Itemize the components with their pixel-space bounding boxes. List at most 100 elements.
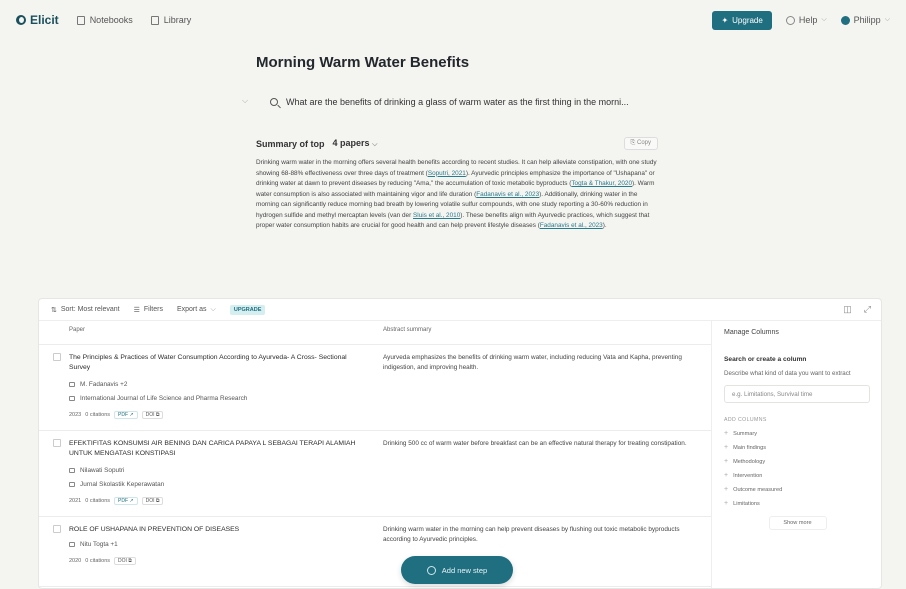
plus-icon: + xyxy=(724,430,729,437)
page-title: Morning Warm Water Benefits xyxy=(256,54,470,71)
nav-library[interactable]: Library xyxy=(150,15,192,25)
nav-notebooks-label: Notebooks xyxy=(89,15,133,25)
pdf-label: PDF xyxy=(118,498,129,504)
help-icon xyxy=(785,15,795,25)
row-checkbox[interactable] xyxy=(53,525,61,533)
filters-button[interactable]: ☰ Filters xyxy=(134,306,163,314)
add-circle-icon xyxy=(426,565,436,575)
row-checkbox[interactable] xyxy=(53,439,61,447)
paper-title[interactable]: EFEKTIFITAS KONSUMSI AIR BENING DAN CARI… xyxy=(69,439,359,459)
summary-header: Summary of top 4 papers ⌵ ⎘ Copy xyxy=(256,137,658,150)
doi-badge[interactable]: DOI ⧉ xyxy=(141,411,164,419)
doi-label: DOI xyxy=(145,412,155,418)
column-search-input[interactable]: e.g. Limitations, Survival time xyxy=(724,385,870,403)
chevron-down-icon: ⌵ xyxy=(821,16,827,23)
authors: Nilawati Soputri xyxy=(80,467,125,474)
abstract-summary: Ayurveda emphasizes the benefits of drin… xyxy=(383,354,682,371)
column-option-summary[interactable]: + Summary xyxy=(724,430,871,437)
citation-link[interactable]: Soputri, 2021 xyxy=(428,170,466,177)
user-icon xyxy=(69,382,75,387)
column-option-outcome[interactable]: + Outcome measured xyxy=(724,486,871,493)
upgrade-tag[interactable]: UPGRADE xyxy=(229,304,266,315)
doi-badge[interactable]: DOI ⧉ xyxy=(141,497,164,505)
year: 2023 xyxy=(69,412,82,418)
authors-line: Nilawati Soputri xyxy=(69,467,124,474)
chevron-down-icon: ⌵ xyxy=(884,16,890,23)
column-option-label: Outcome measured xyxy=(733,486,783,493)
row-checkbox[interactable] xyxy=(53,353,61,361)
paper-title[interactable]: ROLE OF USHAPANA IN PREVENTION OF DISEAS… xyxy=(69,525,359,535)
column-option-methodology[interactable]: + Methodology xyxy=(724,458,871,465)
plus-icon: + xyxy=(724,472,729,479)
query-bar[interactable]: What are the benefits of drinking a glas… xyxy=(256,90,656,114)
add-new-step-button[interactable]: Add new step xyxy=(401,556,513,584)
show-more-button[interactable]: Show more xyxy=(768,516,827,530)
help-menu[interactable]: Help ⌵ xyxy=(785,15,827,25)
citation-link[interactable]: Fadanavis et al., 2023 xyxy=(476,191,539,198)
chevron-down-icon: ⌵ xyxy=(372,141,378,148)
filter-icon: ☰ xyxy=(133,306,140,314)
column-option-limitations[interactable]: + Limitations xyxy=(724,500,871,507)
logo[interactable]: Elicit xyxy=(16,13,59,27)
column-option-label: Main findings xyxy=(733,444,767,451)
elicit-logo-icon xyxy=(16,15,26,25)
table-row[interactable]: EFEKTIFITAS KONSUMSI AIR BENING DAN CARI… xyxy=(39,430,711,516)
query-text: What are the benefits of drinking a glas… xyxy=(286,97,629,107)
copy-button[interactable]: ⎘ Copy xyxy=(623,137,658,150)
stats-line: 2021 0 citations PDF ↗ DOI ⧉ xyxy=(69,497,164,505)
papers-count-select[interactable]: 4 papers ⌵ xyxy=(333,138,378,149)
upgrade-button[interactable]: ✦ Upgrade xyxy=(712,10,772,30)
logo-text: Elicit xyxy=(30,13,59,27)
copy-icon: ⎘ xyxy=(630,140,636,146)
expand-icon[interactable]: ⤢ xyxy=(864,304,871,315)
citation-link[interactable]: Togta & Thakur, 2020 xyxy=(571,180,632,187)
avatar xyxy=(840,15,850,25)
journal-line: International Journal of Life Science an… xyxy=(69,395,247,402)
sort-label: Sort: Most relevant xyxy=(60,306,120,313)
nav-notebooks[interactable]: Notebooks xyxy=(76,15,133,25)
column-search-title: Search or create a column xyxy=(724,356,807,363)
abstract-summary: Drinking 500 cc of warm water before bre… xyxy=(383,440,687,447)
plus-icon: + xyxy=(724,500,729,507)
column-option-label: Methodology xyxy=(733,458,766,465)
journal-line: Jurnal Skolastik Keperawatan xyxy=(69,481,164,488)
column-header-abstract: Abstract summary xyxy=(383,327,432,333)
pdf-badge[interactable]: PDF ↗ xyxy=(114,497,138,505)
authors: M. Fadanavis +2 xyxy=(80,381,128,388)
citation-link[interactable]: Fadanavis et al., 2023 xyxy=(540,222,603,229)
table-row[interactable]: ROLE OF USHAPANA IN PREVENTION OF DISEAS… xyxy=(39,516,711,586)
paper-title[interactable]: The Principles & Practices of Water Cons… xyxy=(69,353,359,373)
table-row[interactable]: The Principles & Practices of Water Cons… xyxy=(39,344,711,430)
summary-text: Drinking warm water in the morning offer… xyxy=(256,158,660,232)
plus-icon: + xyxy=(724,444,729,451)
filters-label: Filters xyxy=(143,306,163,313)
summary-part: ). xyxy=(602,222,607,229)
citation-link[interactable]: Sluis et al., 2010 xyxy=(413,212,460,219)
doi-label: DOI xyxy=(145,498,155,504)
pdf-badge[interactable]: PDF ↗ xyxy=(114,411,138,419)
stats-line: 2023 0 citations PDF ↗ DOI ⧉ xyxy=(69,411,164,419)
collapse-chevron-icon[interactable]: ⌵ xyxy=(242,96,248,106)
sort-icon: ⇅ xyxy=(51,306,57,314)
journal-icon xyxy=(69,482,75,487)
export-button[interactable]: Export as ⌵ xyxy=(177,306,216,314)
copy-label: Copy xyxy=(636,140,651,146)
plus-icon: + xyxy=(724,486,729,493)
abstract-summary: Drinking warm water in the morning can h… xyxy=(383,526,680,543)
user-menu[interactable]: Philipp ⌵ xyxy=(840,15,890,25)
nav-library-label: Library xyxy=(163,15,192,25)
sort-button[interactable]: ⇅ Sort: Most relevant xyxy=(51,306,120,314)
authors-line: M. Fadanavis +2 xyxy=(69,381,127,388)
column-option-intervention[interactable]: + Intervention xyxy=(724,472,871,479)
pdf-label: PDF xyxy=(118,412,129,418)
panel-toggle-icon[interactable]: ◫ xyxy=(843,304,852,315)
search-icon xyxy=(270,98,278,106)
sparkle-icon: ✦ xyxy=(721,15,729,25)
stats-line: 2020 0 citations DOI ⧉ xyxy=(69,557,136,565)
column-search-desc: Describe what kind of data you want to e… xyxy=(724,370,851,377)
add-columns-heading: ADD COLUMNS xyxy=(724,417,767,423)
doi-badge[interactable]: DOI ⧉ xyxy=(114,557,136,565)
journal: International Journal of Life Science an… xyxy=(80,395,248,402)
column-option-main-findings[interactable]: + Main findings xyxy=(724,444,871,451)
column-header-paper: Paper xyxy=(69,327,86,333)
